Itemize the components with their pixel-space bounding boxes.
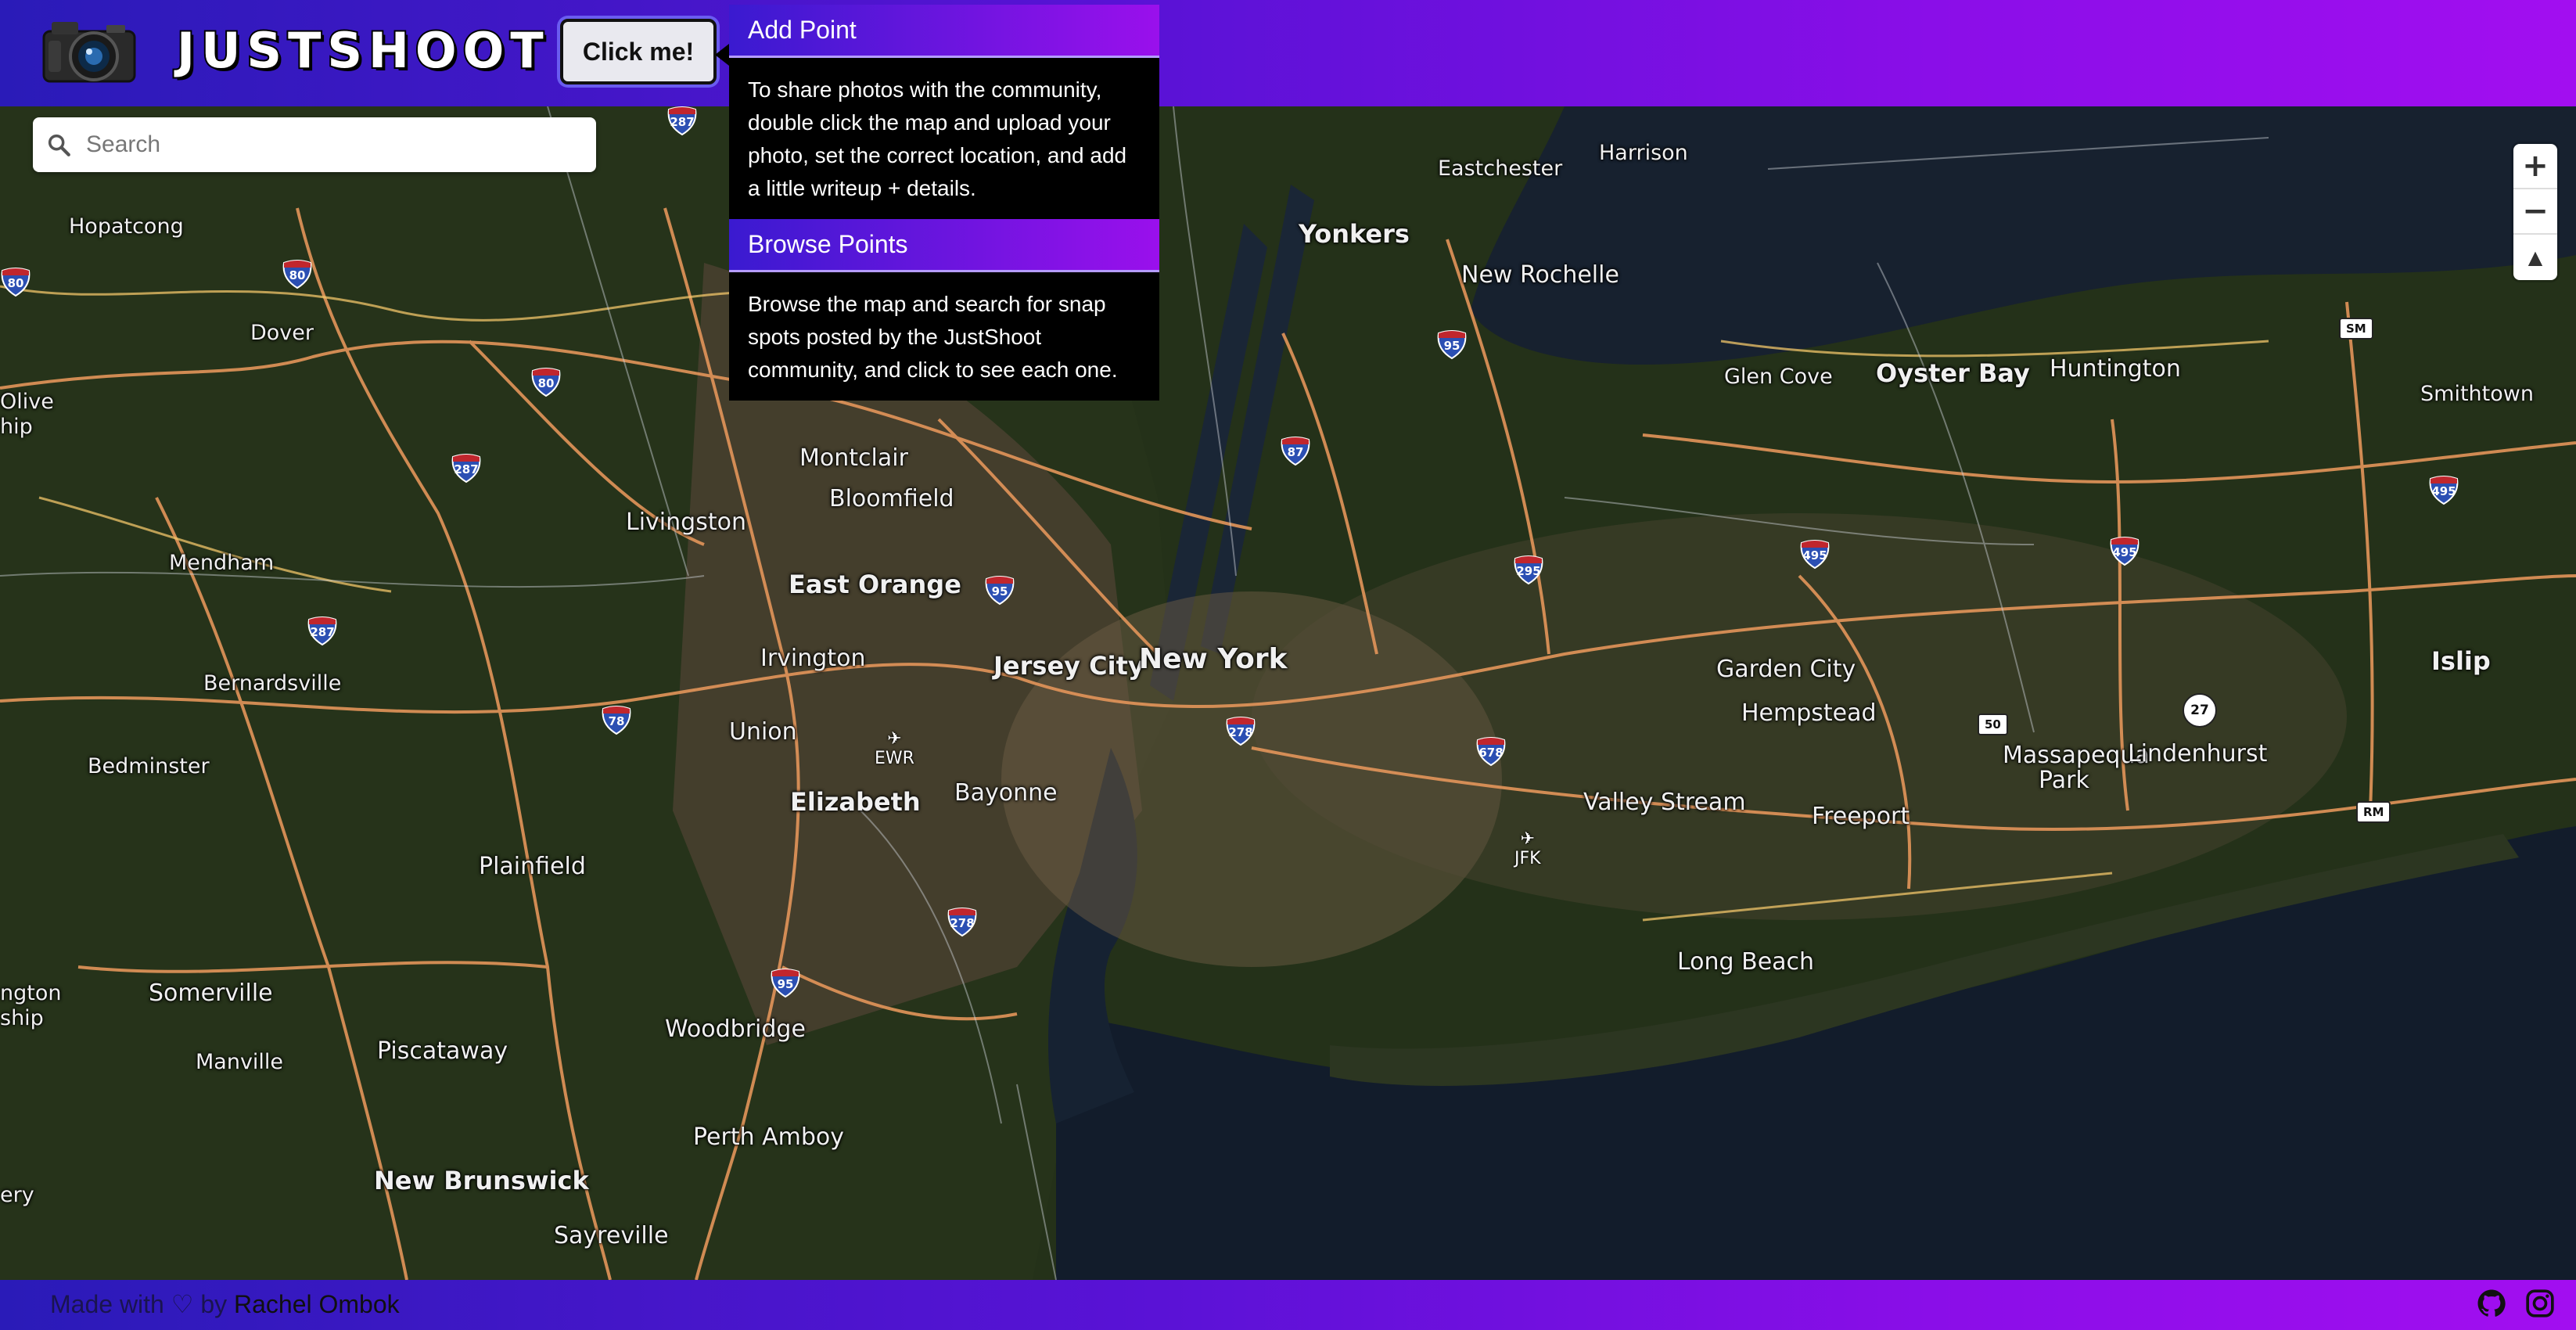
header-bar: JUSTSHOOT Click me! bbox=[0, 0, 2576, 106]
footer-credit: Made with ♡ by Rachel Ombok bbox=[50, 1289, 400, 1319]
map-label: hip bbox=[0, 415, 33, 439]
interstate-shield-icon: 87 bbox=[1280, 437, 1311, 466]
map-label: New Rochelle bbox=[1461, 261, 1619, 289]
interstate-shield-icon: 278 bbox=[947, 908, 978, 937]
map-label: Freeport bbox=[1812, 803, 1910, 830]
browse-points-body: Browse the map and search for snap spots… bbox=[748, 292, 1118, 382]
zoom-in-button[interactable]: + bbox=[2513, 144, 2557, 189]
interstate-shield-icon: 287 bbox=[307, 616, 338, 646]
map-label: Hopatcong bbox=[69, 214, 184, 239]
map-label: Olive bbox=[0, 390, 54, 414]
interstate-shield-icon: 80 bbox=[282, 260, 313, 289]
author-link[interactable]: Rachel Ombok bbox=[234, 1290, 400, 1318]
map-label: Plainfield bbox=[479, 853, 586, 880]
map-label: Oyster Bay bbox=[1876, 358, 2030, 388]
map-label: Islip bbox=[2431, 646, 2491, 676]
map-label: ery bbox=[0, 1183, 34, 1207]
map-label: Perth Amboy bbox=[693, 1123, 845, 1151]
airplane-icon: ✈ bbox=[1520, 829, 1535, 849]
map-label: Irvington bbox=[760, 645, 866, 672]
search-input[interactable] bbox=[84, 131, 573, 159]
map-label: Bedminster bbox=[88, 754, 210, 778]
zoom-out-button[interactable]: − bbox=[2513, 189, 2557, 235]
map-label: Bayonne bbox=[954, 779, 1058, 807]
browse-points-title: Browse Points bbox=[729, 219, 1159, 272]
route-badge: RM bbox=[2356, 801, 2391, 823]
map-label: Smithtown bbox=[2420, 382, 2534, 406]
map-label: Long Beach bbox=[1677, 948, 1815, 976]
map-label: Sayreville bbox=[554, 1222, 669, 1249]
map-label: Garden City bbox=[1716, 656, 1856, 683]
interstate-shield-icon: 95 bbox=[984, 576, 1015, 606]
map-label: Jersey City bbox=[993, 651, 1144, 681]
map-label: Bernardsville bbox=[203, 671, 342, 696]
interstate-shield-icon: 80 bbox=[530, 368, 562, 397]
interstate-shield-icon: 495 bbox=[2428, 476, 2459, 505]
github-icon[interactable] bbox=[2476, 1288, 2507, 1319]
add-point-title: Add Point bbox=[729, 5, 1159, 58]
map-label: Eastchester bbox=[1438, 156, 1563, 181]
map-label: New York bbox=[1139, 643, 1288, 675]
add-point-body: To share photos with the community, doub… bbox=[748, 77, 1127, 200]
footer-bar: Made with ♡ by Rachel Ombok bbox=[0, 1280, 2576, 1330]
search-icon bbox=[48, 134, 70, 156]
map-label: Piscataway bbox=[377, 1037, 508, 1065]
interstate-shield-icon: 678 bbox=[1475, 737, 1507, 767]
map-label: Huntington bbox=[2050, 355, 2181, 383]
airport-ewr: ✈ EWR bbox=[875, 729, 914, 768]
airport-jfk: ✈ JFK bbox=[1514, 829, 1541, 868]
map-label: East Orange bbox=[789, 570, 961, 599]
map-label: Dover bbox=[250, 321, 314, 345]
tooltip-arrow bbox=[715, 44, 729, 66]
satellite-map[interactable]: Hopatcong Dover Olive hip Mendham Living… bbox=[0, 106, 2576, 1280]
map-canvas[interactable] bbox=[0, 106, 2576, 1280]
interstate-shield-icon: 95 bbox=[1436, 330, 1468, 360]
map-label: Glen Cove bbox=[1724, 365, 1833, 389]
map-label: ship bbox=[0, 1006, 44, 1030]
search-box bbox=[33, 117, 596, 172]
route-badge: 50 bbox=[1978, 714, 2008, 735]
map-label: Livingston bbox=[626, 509, 746, 536]
interstate-shield-icon: 80 bbox=[0, 268, 31, 297]
map-label: Harrison bbox=[1599, 141, 1688, 165]
map-label: Somerville bbox=[149, 980, 273, 1007]
map-label: Woodbridge bbox=[665, 1015, 806, 1043]
map-label: Elizabeth bbox=[790, 787, 921, 817]
compass-button[interactable]: ▲ bbox=[2513, 235, 2557, 280]
footer-social bbox=[2476, 1288, 2556, 1319]
map-label: Bloomfield bbox=[829, 485, 954, 512]
map-label: Montclair bbox=[799, 444, 908, 472]
app-logo-text: JUSTSHOOT bbox=[175, 20, 550, 81]
map-label: Union bbox=[729, 718, 797, 746]
interstate-shield-icon: 495 bbox=[1799, 540, 1831, 570]
interstate-shield-icon: 287 bbox=[666, 106, 698, 136]
airplane-icon: ✈ bbox=[887, 729, 902, 749]
interstate-shield-icon: 95 bbox=[770, 969, 801, 998]
map-label: Park bbox=[2039, 767, 2089, 794]
map-label: Valley Stream bbox=[1583, 789, 1746, 816]
map-label: Hempstead bbox=[1741, 699, 1877, 727]
interstate-shield-icon: 295 bbox=[1513, 555, 1544, 585]
map-label: ngton bbox=[0, 981, 62, 1005]
camera-logo-icon bbox=[42, 22, 136, 83]
interstate-shield-icon: 495 bbox=[2109, 537, 2140, 566]
instagram-icon[interactable] bbox=[2524, 1288, 2556, 1319]
interstate-shield-icon: 287 bbox=[451, 454, 482, 483]
map-label: Yonkers bbox=[1299, 219, 1410, 249]
map-label: Manville bbox=[196, 1050, 284, 1074]
route-badge: 27 bbox=[2183, 693, 2217, 728]
interstate-shield-icon: 278 bbox=[1225, 717, 1256, 746]
route-badge: SM bbox=[2339, 318, 2373, 340]
made-with-text: Made with ♡ by bbox=[50, 1290, 234, 1318]
map-label: Lindenhurst bbox=[2128, 740, 2268, 767]
zoom-control: + − ▲ bbox=[2513, 144, 2557, 280]
map-label: New Brunswick bbox=[374, 1166, 589, 1195]
click-me-button[interactable]: Click me! bbox=[560, 19, 717, 84]
interstate-shield-icon: 78 bbox=[601, 706, 632, 735]
help-tooltip: Add Point To share photos with the commu… bbox=[729, 5, 1159, 401]
map-label: Mendham bbox=[169, 551, 275, 575]
